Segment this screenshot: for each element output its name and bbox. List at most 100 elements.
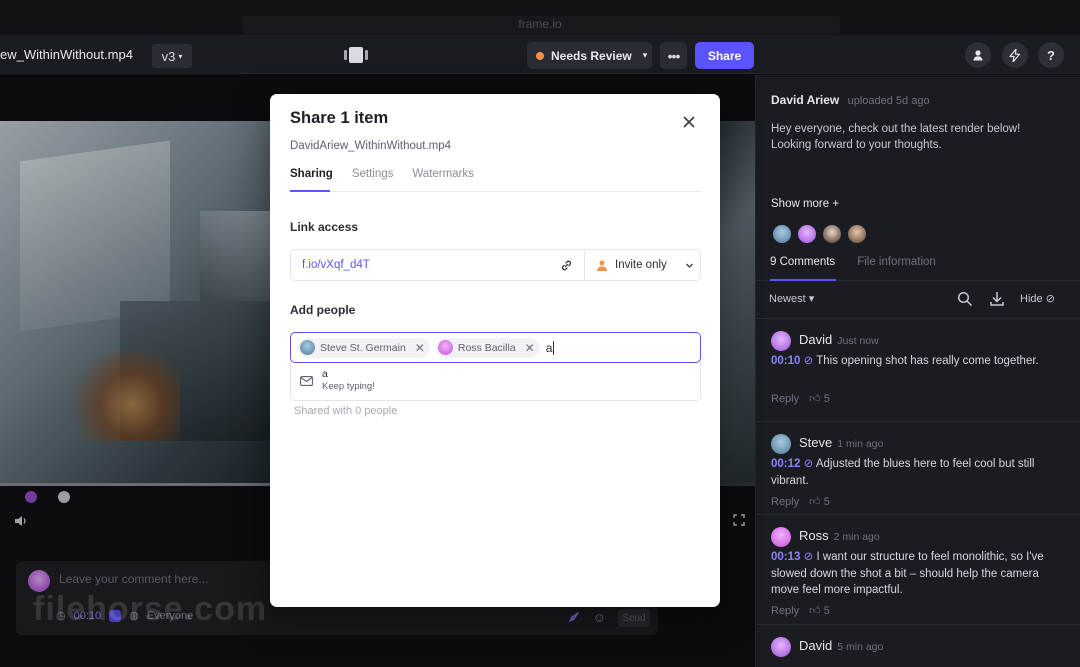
- chip-label: Ross Bacilla: [457, 341, 516, 354]
- chevron-down-icon: ▾: [178, 51, 183, 61]
- comment-filters: Newest ▾ Hide ⊘: [769, 291, 1069, 311]
- window-title: frame.io: [518, 17, 562, 31]
- avatar[interactable]: [796, 223, 818, 245]
- comment-text: 00:10 ⊘ This opening shot has really com…: [771, 353, 1069, 370]
- share-link-url[interactable]: f.io/vXqf_d4T: [302, 259, 370, 271]
- access-level-dropdown[interactable]: Invite only: [597, 259, 694, 271]
- typed-query[interactable]: a: [546, 341, 553, 355]
- remove-chip-icon[interactable]: ✕: [415, 341, 425, 355]
- comment-actions: Reply 👍︎ 5: [771, 604, 830, 618]
- avatar: [771, 637, 791, 657]
- version-dropdown[interactable]: v3 ▾: [152, 44, 192, 68]
- asset-description: Hey everyone, check out the latest rende…: [771, 123, 1021, 151]
- annotation-icon: ⊘: [803, 551, 814, 563]
- comment-item[interactable]: Ross 2 min ago 00:13 ⊘ I want our structu…: [756, 514, 1080, 624]
- add-people-input[interactable]: Steve St. Germain ✕ Ross Bacilla ✕ a: [290, 332, 701, 363]
- avatar: [300, 340, 315, 355]
- person-chip[interactable]: Ross Bacilla ✕: [435, 337, 540, 358]
- comment-time-ago: 5 min ago: [837, 641, 884, 653]
- like-button[interactable]: 👍︎ 5: [809, 392, 830, 405]
- hide-comments-toggle[interactable]: Hide ⊘: [1020, 292, 1055, 305]
- suggestion-title: a: [322, 368, 328, 380]
- like-count: 5: [823, 496, 830, 508]
- chip-label: Steve St. Germain: [320, 341, 406, 354]
- remove-chip-icon[interactable]: ✕: [525, 341, 535, 355]
- mail-icon: [300, 376, 313, 386]
- suggestion-dropdown[interactable]: a Keep typing!: [290, 363, 701, 401]
- comment-timecode[interactable]: 00:10: [771, 355, 800, 367]
- annotation-icon: ⊘: [803, 355, 814, 367]
- field-divider: [584, 250, 585, 280]
- author-name: Ross: [799, 528, 829, 543]
- like-button[interactable]: 👍︎ 5: [809, 495, 830, 508]
- author-name: David: [799, 332, 833, 347]
- avatar[interactable]: [771, 223, 793, 245]
- avatar[interactable]: [821, 223, 843, 245]
- comment-body: This opening shot has really come togeth…: [816, 355, 1039, 367]
- avatar: [771, 331, 791, 351]
- comment-actions: Reply 👍︎ 5: [771, 495, 830, 509]
- share-dialog: Share 1 item DavidAriew_WithinWithout.mp…: [270, 94, 720, 607]
- chevron-down-icon: [685, 263, 693, 268]
- close-icon[interactable]: [681, 114, 697, 130]
- panel-tabs: 9 Comments File information: [770, 256, 936, 268]
- download-icon[interactable]: [989, 291, 1005, 307]
- upload-time: uploaded 5d ago: [847, 95, 930, 107]
- comment-timecode[interactable]: 00:12: [771, 458, 800, 470]
- comment-time-ago: 1 min ago: [837, 438, 884, 450]
- reply-button[interactable]: Reply: [771, 496, 799, 508]
- app-toolbar: ew_WithinWithout.mp4 v3 ▾ Needs Review ▾…: [0, 36, 1080, 74]
- author-name: Steve: [799, 435, 833, 450]
- asset-filename: ew_WithinWithout.mp4: [0, 47, 133, 62]
- copy-link-icon[interactable]: [560, 259, 573, 272]
- comments-panel: David Ariew uploaded 5d ago Hey everyone…: [755, 75, 1080, 667]
- annotation-icon: ⊘: [803, 458, 814, 470]
- avatar[interactable]: [846, 223, 868, 245]
- access-level-label: Invite only: [615, 259, 667, 271]
- status-dropdown[interactable]: Needs Review ▾: [527, 42, 652, 69]
- author-name: David: [799, 638, 833, 653]
- tab-comments[interactable]: 9 Comments: [770, 256, 835, 268]
- search-icon[interactable]: [957, 291, 973, 307]
- sort-dropdown[interactable]: Newest ▾: [769, 292, 814, 305]
- more-options-button[interactable]: •••: [660, 42, 687, 69]
- reply-button[interactable]: Reply: [771, 393, 799, 405]
- tab-settings[interactable]: Settings: [352, 168, 394, 180]
- window-titlebar: frame.io: [0, 0, 1080, 36]
- help-icon[interactable]: ?: [1038, 42, 1064, 68]
- text-caret: [553, 340, 555, 355]
- status-dot: [536, 51, 544, 60]
- comment-item[interactable]: David 5 min ago: [756, 624, 1080, 667]
- comment-author: David Just now: [799, 332, 879, 347]
- person-chip[interactable]: Steve St. Germain ✕: [298, 337, 430, 358]
- status-label: Needs Review: [551, 48, 632, 63]
- dialog-title: Share 1 item: [290, 109, 389, 127]
- tab-sharing[interactable]: Sharing: [290, 168, 333, 180]
- reply-button[interactable]: Reply: [771, 605, 799, 617]
- tab-watermarks[interactable]: Watermarks: [412, 168, 474, 180]
- comment-item[interactable]: David Just now 00:10 ⊘ This opening shot …: [756, 318, 1080, 421]
- lightning-icon[interactable]: [1002, 42, 1028, 68]
- like-count: 5: [823, 393, 830, 405]
- show-more-link[interactable]: Show more +: [771, 198, 839, 210]
- active-tab-indicator: [770, 279, 836, 281]
- user-icon[interactable]: [965, 42, 991, 68]
- tabs-divider: [290, 191, 701, 192]
- comment-timecode[interactable]: 00:13: [771, 551, 800, 563]
- share-link-field: f.io/vXqf_d4T Invite only: [290, 249, 701, 281]
- comment-time-ago: Just now: [837, 335, 879, 347]
- tab-file-information[interactable]: File information: [857, 256, 936, 268]
- check-circle-icon: ⊘: [1045, 293, 1055, 305]
- comment-text: 00:13 ⊘ I want our structure to feel mon…: [771, 549, 1069, 599]
- comment-time-ago: 2 min ago: [833, 531, 880, 543]
- comment-item[interactable]: Steve 1 min ago 00:12 ⊘ Adjusted the blue…: [756, 421, 1080, 514]
- avatar: [771, 434, 791, 454]
- compare-view-icon[interactable]: [344, 46, 368, 64]
- share-button[interactable]: Share: [695, 42, 754, 69]
- add-people-label: Add people: [290, 303, 356, 317]
- version-label: v3: [161, 48, 176, 64]
- avatar: [437, 340, 453, 355]
- like-button[interactable]: 👍︎ 5: [809, 604, 830, 617]
- person-icon: [597, 260, 607, 271]
- like-count: 5: [823, 605, 830, 617]
